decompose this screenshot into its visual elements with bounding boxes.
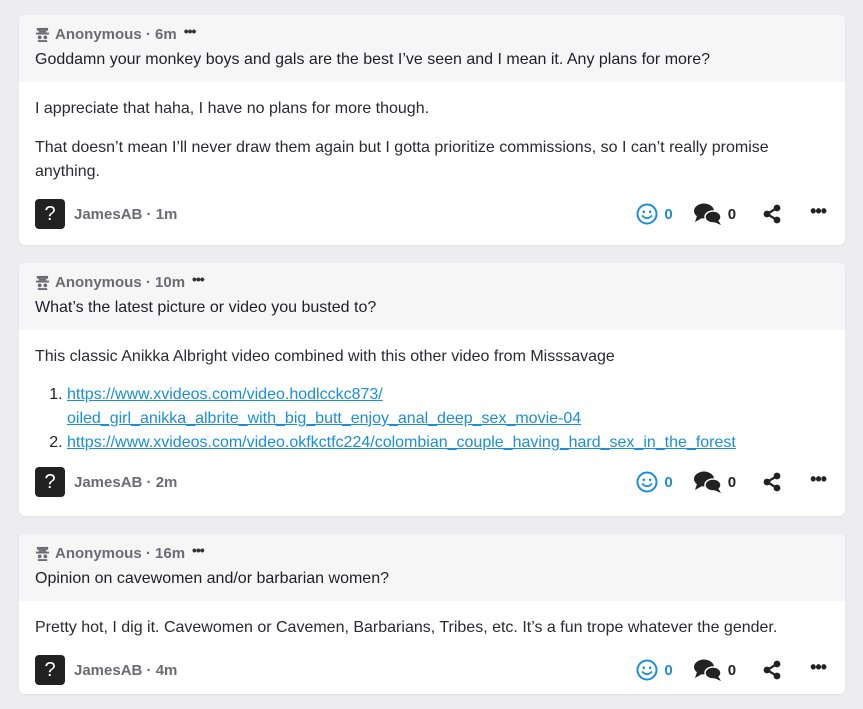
answer-paragraph: I appreciate that haha, I have no plans … bbox=[35, 100, 430, 117]
reaction-count: 0 bbox=[664, 473, 673, 491]
comment-count: 0 bbox=[727, 473, 737, 491]
author-name[interactable]: JamesAB bbox=[74, 474, 142, 491]
avatar[interactable]: ? bbox=[35, 467, 65, 497]
chat-bubbles-icon bbox=[693, 203, 722, 225]
question-meta: Anonymous · 10m ••• bbox=[35, 271, 829, 292]
asked-time: 10m bbox=[155, 273, 186, 291]
comment-count: 0 bbox=[727, 205, 737, 223]
more-options-button[interactable]: ••• bbox=[810, 469, 827, 490]
answer-time: 1m bbox=[155, 205, 178, 223]
author-name[interactable]: JamesAB bbox=[74, 662, 142, 679]
asker-name[interactable]: Anonymous bbox=[55, 26, 142, 43]
chat-bubbles-icon bbox=[693, 471, 722, 493]
question-section: Anonymous · 10m ••• What’s the latest pi… bbox=[19, 263, 845, 330]
answer-paragraph: That doesn’t mean I’ll never draw them a… bbox=[35, 139, 769, 180]
answer-time: 2m bbox=[155, 473, 178, 491]
share-button[interactable] bbox=[762, 472, 782, 492]
question-meta: Anonymous · 16m ••• bbox=[35, 542, 829, 563]
react-button[interactable]: 0 bbox=[636, 203, 673, 225]
avatar[interactable]: ? bbox=[35, 199, 65, 229]
comment-count: 0 bbox=[727, 661, 737, 679]
answers-feed: Anonymous · 6m ••• Goddamn your monkey b… bbox=[0, 0, 863, 709]
asked-time: 16m bbox=[155, 544, 186, 562]
answer-body: Pretty hot, I dig it. Cavewomen or Cavem… bbox=[35, 616, 829, 640]
asked-time: 6m bbox=[155, 25, 177, 43]
share-icon bbox=[763, 204, 781, 224]
share-icon bbox=[763, 660, 781, 680]
answer-paragraph: This classic Anikka Albright video combi… bbox=[35, 348, 615, 365]
post-card: Anonymous · 6m ••• Goddamn your monkey b… bbox=[19, 15, 845, 245]
asker-name[interactable]: Anonymous bbox=[55, 545, 142, 562]
asker-name[interactable]: Anonymous bbox=[55, 274, 142, 291]
question-text: Opinion on cavewomen and/or barbarian wo… bbox=[35, 570, 389, 587]
answer-section: I appreciate that haha, I have no plans … bbox=[19, 82, 845, 243]
anonymous-mask-icon bbox=[35, 275, 50, 290]
comment-button[interactable]: 0 bbox=[693, 202, 736, 226]
anonymous-mask-icon bbox=[35, 546, 50, 561]
answer-body: I appreciate that haha, I have no plans … bbox=[35, 97, 829, 184]
answer-actions: 0 0 ••• bbox=[636, 469, 827, 494]
share-icon bbox=[763, 472, 781, 492]
link-list: https://www.xvideos.com/video.hodlcckc87… bbox=[35, 383, 829, 455]
question-menu-button[interactable]: ••• bbox=[192, 271, 205, 287]
list-item: https://www.xvideos.com/video.okfkctfc22… bbox=[67, 431, 829, 455]
answer-actions: 0 0 ••• bbox=[636, 201, 827, 226]
answer-body: This classic Anikka Albright video combi… bbox=[35, 345, 829, 455]
react-button[interactable]: 0 bbox=[636, 471, 673, 493]
author-name[interactable]: JamesAB bbox=[74, 206, 142, 223]
answer-time: 4m bbox=[155, 661, 178, 679]
chat-bubbles-icon bbox=[693, 659, 722, 681]
question-section: Anonymous · 6m ••• Goddamn your monkey b… bbox=[19, 15, 845, 82]
reaction-count: 0 bbox=[664, 205, 673, 223]
video-link[interactable]: https://www.xvideos.com/video.okfkctfc22… bbox=[67, 434, 736, 451]
answer-paragraph: Pretty hot, I dig it. Cavewomen or Cavem… bbox=[35, 619, 778, 636]
avatar[interactable]: ? bbox=[35, 655, 65, 685]
answer-footer: ? JamesAB · 1m 0 0 ••• bbox=[35, 199, 829, 229]
share-button[interactable] bbox=[762, 204, 782, 224]
comment-button[interactable]: 0 bbox=[693, 470, 736, 494]
smiley-face-icon bbox=[636, 471, 658, 493]
smiley-face-icon bbox=[636, 203, 658, 225]
question-text: What’s the latest picture or video you b… bbox=[35, 299, 377, 316]
answer-actions: 0 0 ••• bbox=[636, 657, 827, 682]
question-meta: Anonymous · 6m ••• bbox=[35, 23, 829, 44]
question-menu-button[interactable]: ••• bbox=[184, 23, 197, 39]
question-section: Anonymous · 16m ••• Opinion on cavewomen… bbox=[19, 534, 845, 601]
comment-button[interactable]: 0 bbox=[693, 658, 736, 682]
post-card: Anonymous · 16m ••• Opinion on cavewomen… bbox=[19, 534, 845, 694]
share-button[interactable] bbox=[762, 660, 782, 680]
question-text: Goddamn your monkey boys and gals are th… bbox=[35, 51, 711, 68]
smiley-face-icon bbox=[636, 659, 658, 681]
video-link[interactable]: https://www.xvideos.com/video.hodlcckc87… bbox=[67, 386, 581, 427]
anonymous-mask-icon bbox=[35, 27, 50, 42]
answer-section: Pretty hot, I dig it. Cavewomen or Cavem… bbox=[19, 601, 845, 694]
answer-footer: ? JamesAB · 4m 0 0 ••• bbox=[35, 655, 829, 685]
reaction-count: 0 bbox=[664, 661, 673, 679]
answer-footer: ? JamesAB · 2m 0 0 ••• bbox=[35, 467, 829, 497]
list-item: https://www.xvideos.com/video.hodlcckc87… bbox=[67, 383, 829, 431]
answer-section: This classic Anikka Albright video combi… bbox=[19, 330, 845, 511]
question-menu-button[interactable]: ••• bbox=[192, 542, 205, 558]
more-options-button[interactable]: ••• bbox=[810, 657, 827, 678]
post-card: Anonymous · 10m ••• What’s the latest pi… bbox=[19, 263, 845, 516]
react-button[interactable]: 0 bbox=[636, 659, 673, 681]
more-options-button[interactable]: ••• bbox=[810, 201, 827, 222]
